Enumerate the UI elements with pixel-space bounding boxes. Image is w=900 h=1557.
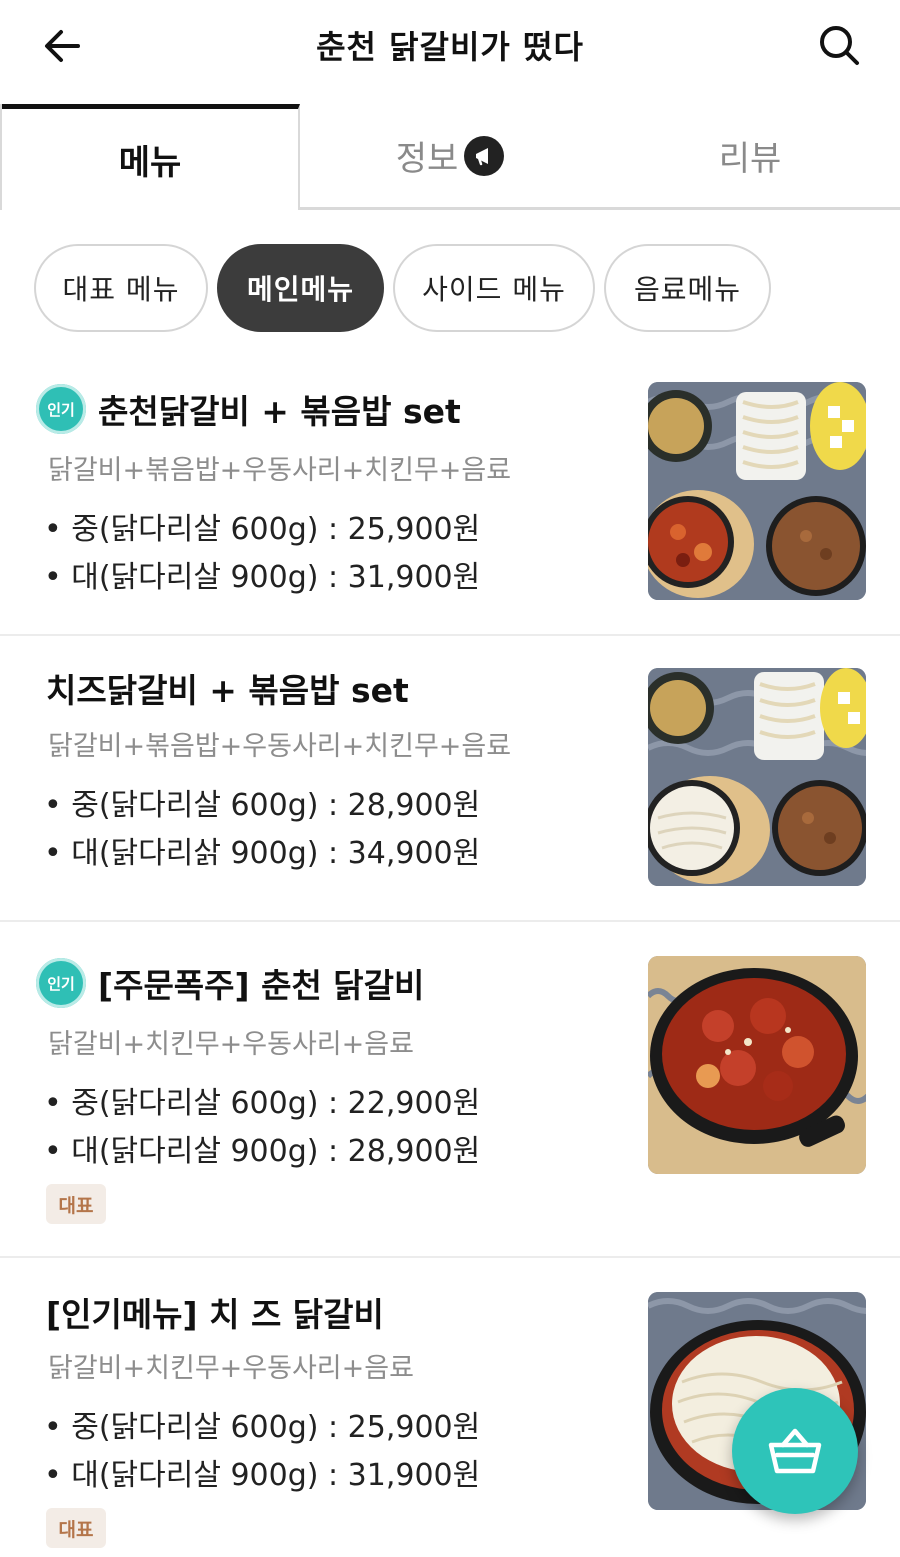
item-title-row: 인기 춘천닭갈비 + 볶음밥 set [36,384,461,434]
tab-review[interactable]: 리뷰 [600,104,900,210]
tab-review-label: 리뷰 [718,139,782,179]
chip-drink-menu[interactable]: 음료메뉴 [604,244,771,332]
item-title: [인기메뉴] 치 즈 닭갈비 [46,1295,384,1334]
popular-badge: 인기 [36,958,86,1008]
item-title: 춘천닭갈비 + 볶음밥 set [98,392,461,431]
item-title: [주문폭주] 춘천 닭갈비 [98,966,425,1005]
item-title-row: 치즈닭갈비 + 볶음밥 set [46,664,409,712]
item-title-row: 인기 [주문폭주] 춘천 닭갈비 [36,958,424,1008]
item-title-row: [인기메뉴] 치 즈 닭갈비 [46,1288,384,1336]
tab-info-label: 정보 [395,139,459,179]
item-price-large: • 대(닭다리살 900g) : 28,900원 [44,1134,481,1169]
tab-bar: 메뉴 정보 리뷰 [0,104,900,212]
item-description: 닭갈비+볶음밥+우동사리+치킨무+음료 [48,455,512,486]
page-title: 춘천 닭갈비가 떴다 [316,28,584,66]
item-price-medium: • 중(닭다리살 600g) : 22,900원 [44,1086,481,1121]
chip-main-menu[interactable]: 메인메뉴 [217,244,384,332]
menu-item[interactable]: 치즈닭갈비 + 볶음밥 set 닭갈비+볶음밥+우동사리+치킨무+음료 • 중(… [0,636,900,920]
chip-signature-menu[interactable]: 대표 메뉴 [34,244,208,332]
item-description: 닭갈비+볶음밥+우동사리+치킨무+음료 [48,731,512,762]
item-price-large: • 대(닭다리살 900g) : 31,900원 [44,1458,481,1493]
search-icon [820,26,859,65]
cart-button[interactable] [732,1388,858,1514]
item-price-medium: • 중(닭다리살 600g) : 25,900원 [44,512,481,547]
chip-side-menu[interactable]: 사이드 메뉴 [393,244,595,332]
item-description: 닭갈비+치킨무+우동사리+음료 [48,1029,414,1060]
signature-tag: 대표 [46,1508,106,1548]
popular-badge: 인기 [36,384,86,434]
tab-menu[interactable]: 메뉴 [2,104,300,210]
item-price-large: • 대(닭다리살 900g) : 31,900원 [44,560,481,595]
item-description: 닭갈비+치킨무+우동사리+음료 [48,1353,414,1384]
item-photo [648,382,866,600]
item-photo [648,668,866,886]
menu-item[interactable]: 인기 춘천닭갈비 + 볶음밥 set 닭갈비+볶음밥+우동사리+치킨무+음료 •… [0,360,900,634]
item-price-medium: • 중(닭다리살 600g) : 25,900원 [44,1410,481,1445]
item-price-large: • 대(닭다리삵 900g) : 34,900원 [44,836,481,871]
megaphone-icon [464,135,505,176]
tab-menu-label: 메뉴 [118,143,182,183]
item-title: 치즈닭갈비 + 볶음밥 set [46,671,409,710]
app-header: 춘천 닭갈비가 떴다 [0,0,900,100]
search-button[interactable] [814,20,864,70]
tab-info[interactable]: 정보 [300,104,600,210]
basket-icon [768,1428,822,1474]
item-photo [648,956,866,1174]
menu-item[interactable]: 인기 [주문폭주] 춘천 닭갈비 닭갈비+치킨무+우동사리+음료 • 중(닭다리… [0,922,900,1256]
item-price-medium: • 중(닭다리살 600g) : 28,900원 [44,788,481,823]
signature-tag: 대표 [46,1184,106,1224]
